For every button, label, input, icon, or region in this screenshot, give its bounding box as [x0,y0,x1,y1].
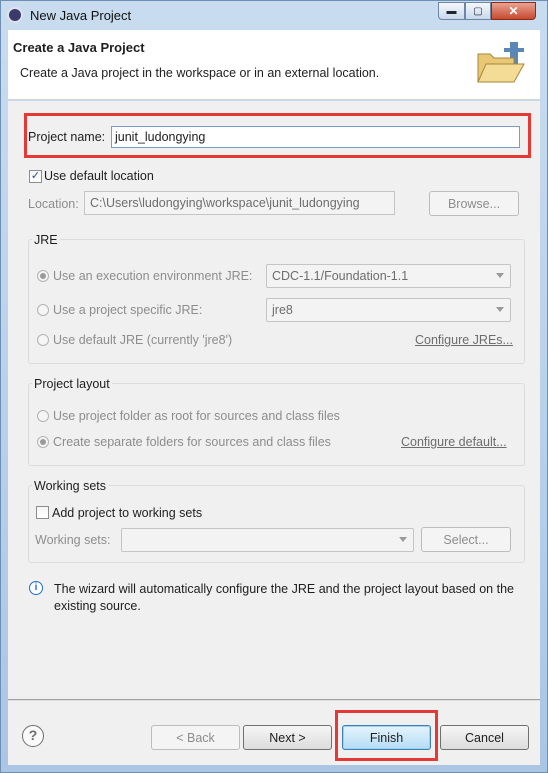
location-input[interactable]: C:\Users\ludongying\workspace\junit_ludo… [84,191,395,215]
banner-description: Create a Java project in the workspace o… [20,66,380,80]
use-default-location-checkbox[interactable]: ✓ [29,170,42,183]
exec-env-value: CDC-1.1/Foundation-1.1 [272,269,409,283]
configure-default-link[interactable]: Configure default... [401,435,507,449]
default-jre-label[interactable]: Use default JRE (currently 'jre8') [53,333,232,347]
exec-env-radio[interactable] [37,270,49,282]
working-sets-label: Working sets: [35,533,111,547]
wizard-banner: Create a Java Project Create a Java proj… [8,30,540,100]
next-button[interactable]: Next > [243,725,332,750]
working-sets-title: Working sets [32,479,109,493]
specific-jre-combo[interactable]: jre8 [266,298,511,322]
info-icon: i [29,581,43,595]
project-name-input[interactable]: junit_ludongying [111,126,520,148]
location-label: Location: [28,197,79,211]
layout-root-label[interactable]: Use project folder as root for sources a… [53,409,340,423]
cancel-button[interactable]: Cancel [440,725,529,750]
configure-jres-link[interactable]: Configure JREs... [415,333,513,347]
finish-button[interactable]: Finish [342,725,431,750]
title-bar[interactable]: New Java Project ▬ ▢ ✕ [1,1,547,29]
back-button[interactable]: < Back [151,725,240,750]
layout-separate-radio[interactable] [37,436,49,448]
help-icon[interactable]: ? [22,725,44,747]
jre-group-title: JRE [32,233,60,247]
exec-env-label[interactable]: Use an execution environment JRE: [53,269,252,283]
chevron-down-icon [399,537,407,542]
window-title: New Java Project [30,8,132,23]
specific-jre-label[interactable]: Use a project specific JRE: [53,303,202,317]
project-layout-group [28,383,525,466]
working-sets-combo[interactable] [121,528,414,552]
java-project-folder-icon [477,42,525,83]
project-name-label: Project name: [28,130,106,144]
minimize-button[interactable]: ▬ [438,2,465,20]
browse-button[interactable]: Browse... [429,191,519,216]
info-message: The wizard will automatically configure … [54,582,514,613]
chevron-down-icon [496,273,504,278]
use-default-location-label[interactable]: Use default location [44,169,154,183]
specific-jre-radio[interactable] [37,304,49,316]
default-jre-radio[interactable] [37,334,49,346]
eclipse-icon [7,7,23,23]
add-to-working-sets-label[interactable]: Add project to working sets [52,506,202,520]
project-layout-title: Project layout [32,377,112,391]
specific-jre-value: jre8 [272,303,293,317]
select-working-sets-button[interactable]: Select... [421,527,511,552]
maximize-button[interactable]: ▢ [465,2,491,20]
close-button[interactable]: ✕ [491,2,536,20]
add-to-working-sets-checkbox[interactable] [36,506,49,519]
layout-separate-label[interactable]: Create separate folders for sources and … [53,435,331,449]
exec-env-combo[interactable]: CDC-1.1/Foundation-1.1 [266,264,511,288]
layout-root-radio[interactable] [37,410,49,422]
banner-title: Create a Java Project [13,40,145,55]
chevron-down-icon [496,307,504,312]
